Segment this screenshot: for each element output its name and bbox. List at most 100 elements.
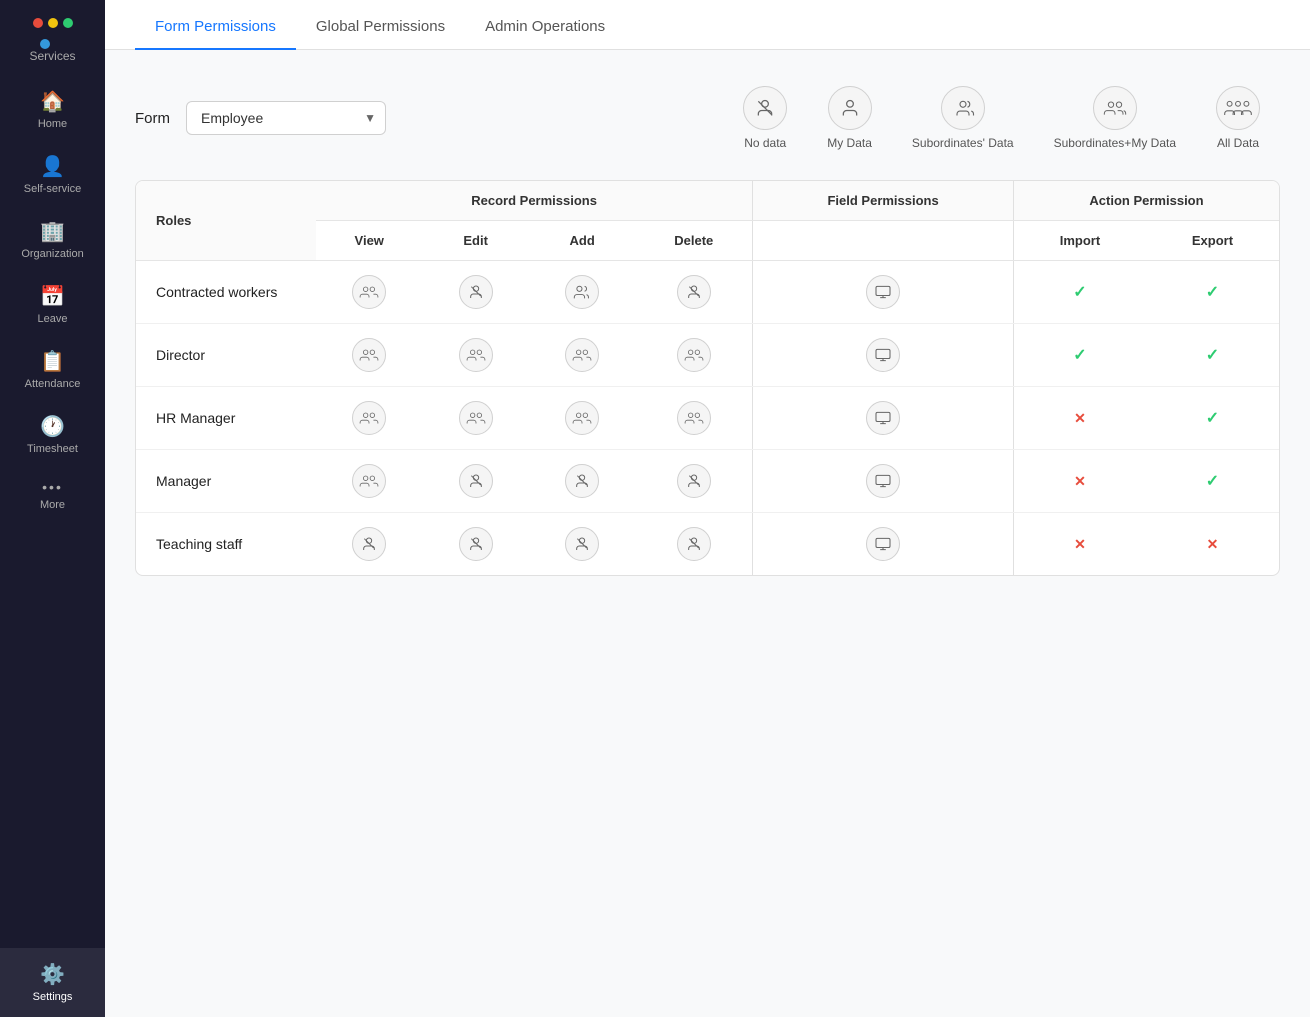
- export-cell[interactable]: ✕: [1146, 513, 1279, 576]
- sidebar-settings-label: Settings: [33, 991, 73, 1003]
- table-row: HR Manager ✕ ✓: [136, 387, 1279, 450]
- import-cell[interactable]: ✕: [1013, 513, 1145, 576]
- attendance-icon: 📋: [40, 349, 65, 374]
- field-perms-subheader: [753, 221, 1014, 261]
- tabs-bar: Form Permissions Global Permissions Admi…: [105, 0, 1310, 50]
- tab-form-permissions[interactable]: Form Permissions: [135, 0, 296, 49]
- role-name-cell: Contracted workers: [136, 261, 316, 324]
- edit-cell[interactable]: [422, 261, 528, 324]
- subordinates-my-data-icon: [1093, 86, 1137, 130]
- edit-cell[interactable]: [422, 450, 528, 513]
- table-row: Contracted workers ✓ ✓: [136, 261, 1279, 324]
- roles-column-header: Roles: [136, 181, 316, 261]
- delete-cell[interactable]: [635, 261, 752, 324]
- my-data-icon: [828, 86, 872, 130]
- content-area: Form Employee Department Position ▼: [105, 50, 1310, 1017]
- settings-icon: ⚙️: [40, 962, 65, 987]
- field-cell[interactable]: [753, 261, 1014, 324]
- view-cell[interactable]: [316, 450, 422, 513]
- sidebar-leave-label: Leave: [38, 313, 68, 325]
- form-select-wrapper: Employee Department Position ▼: [186, 101, 386, 135]
- add-header: Add: [529, 221, 635, 261]
- sidebar-item-timesheet[interactable]: 🕐 Timesheet: [0, 402, 105, 467]
- all-data-icon: [1216, 86, 1260, 130]
- table-row: Teaching staff ✕ ✕: [136, 513, 1279, 576]
- export-cell[interactable]: ✓: [1146, 387, 1279, 450]
- sidebar-organization-label: Organization: [21, 248, 83, 260]
- sidebar-home-label: Home: [38, 118, 67, 130]
- sidebar: Services 🏠 Home 👤 Self-service 🏢 Organiz…: [0, 0, 105, 1017]
- sidebar-item-leave[interactable]: 📅 Leave: [0, 272, 105, 337]
- export-cell[interactable]: ✓: [1146, 450, 1279, 513]
- view-cell[interactable]: [316, 513, 422, 576]
- role-name-cell: Teaching staff: [136, 513, 316, 576]
- field-cell[interactable]: [753, 450, 1014, 513]
- organization-icon: 🏢: [40, 219, 65, 244]
- edit-cell[interactable]: [422, 324, 528, 387]
- tab-global-permissions[interactable]: Global Permissions: [296, 0, 465, 49]
- filter-no-data[interactable]: No data: [723, 80, 807, 156]
- field-cell[interactable]: [753, 387, 1014, 450]
- role-name-cell: HR Manager: [136, 387, 316, 450]
- delete-cell[interactable]: [635, 324, 752, 387]
- import-cell[interactable]: ✓: [1013, 324, 1145, 387]
- field-cell[interactable]: [753, 513, 1014, 576]
- all-data-label: All Data: [1217, 136, 1259, 150]
- filter-my-data[interactable]: My Data: [807, 80, 892, 156]
- sidebar-item-home[interactable]: 🏠 Home: [0, 77, 105, 142]
- form-select[interactable]: Employee Department Position: [186, 101, 386, 135]
- dot-red: [33, 18, 43, 28]
- add-cell[interactable]: [529, 450, 635, 513]
- view-header: View: [316, 221, 422, 261]
- sidebar-item-attendance[interactable]: 📋 Attendance: [0, 337, 105, 402]
- main-content: Form Permissions Global Permissions Admi…: [105, 0, 1310, 1017]
- view-cell[interactable]: [316, 324, 422, 387]
- edit-cell[interactable]: [422, 387, 528, 450]
- sidebar-item-settings[interactable]: ⚙️ Settings: [0, 948, 105, 1017]
- permissions-table: Roles Record Permissions Field Permissio…: [136, 181, 1279, 575]
- table-body: Contracted workers ✓ ✓ Director ✓ ✓ HR M…: [136, 261, 1279, 576]
- section-header-row: Roles Record Permissions Field Permissio…: [136, 181, 1279, 221]
- sidebar-item-self-service[interactable]: 👤 Self-service: [0, 142, 105, 207]
- sidebar-timesheet-label: Timesheet: [27, 443, 78, 455]
- field-permissions-header: Field Permissions: [753, 181, 1014, 221]
- export-cell[interactable]: ✓: [1146, 324, 1279, 387]
- add-cell[interactable]: [529, 387, 635, 450]
- my-data-label: My Data: [827, 136, 872, 150]
- delete-cell[interactable]: [635, 450, 752, 513]
- import-cell[interactable]: ✕: [1013, 387, 1145, 450]
- self-service-icon: 👤: [40, 154, 65, 179]
- tab-admin-operations[interactable]: Admin Operations: [465, 0, 625, 49]
- dot-yellow: [48, 18, 58, 28]
- subordinates-data-label: Subordinates' Data: [912, 136, 1014, 150]
- table-row: Director ✓ ✓: [136, 324, 1279, 387]
- app-name-label: Services: [29, 49, 75, 63]
- field-cell[interactable]: [753, 324, 1014, 387]
- sidebar-item-more[interactable]: ••• More: [0, 467, 105, 523]
- view-cell[interactable]: [316, 261, 422, 324]
- import-cell[interactable]: ✓: [1013, 261, 1145, 324]
- export-cell[interactable]: ✓: [1146, 261, 1279, 324]
- add-cell[interactable]: [529, 261, 635, 324]
- edit-header: Edit: [422, 221, 528, 261]
- add-cell[interactable]: [529, 324, 635, 387]
- role-name-cell: Manager: [136, 450, 316, 513]
- logo-dots: [33, 18, 73, 28]
- dot-green: [63, 18, 73, 28]
- leave-icon: 📅: [40, 284, 65, 309]
- view-cell[interactable]: [316, 387, 422, 450]
- add-cell[interactable]: [529, 513, 635, 576]
- form-label: Form: [135, 110, 170, 127]
- delete-cell[interactable]: [635, 513, 752, 576]
- sidebar-attendance-label: Attendance: [25, 378, 81, 390]
- sidebar-item-organization[interactable]: 🏢 Organization: [0, 207, 105, 272]
- more-icon: •••: [42, 479, 63, 495]
- filter-subordinates-my-data[interactable]: Subordinates+My Data: [1034, 80, 1196, 156]
- edit-cell[interactable]: [422, 513, 528, 576]
- filter-all-data[interactable]: All Data: [1196, 80, 1280, 156]
- role-name-cell: Director: [136, 324, 316, 387]
- import-cell[interactable]: ✕: [1013, 450, 1145, 513]
- filter-subordinates-data[interactable]: Subordinates' Data: [892, 80, 1034, 156]
- home-icon: 🏠: [40, 89, 65, 114]
- delete-cell[interactable]: [635, 387, 752, 450]
